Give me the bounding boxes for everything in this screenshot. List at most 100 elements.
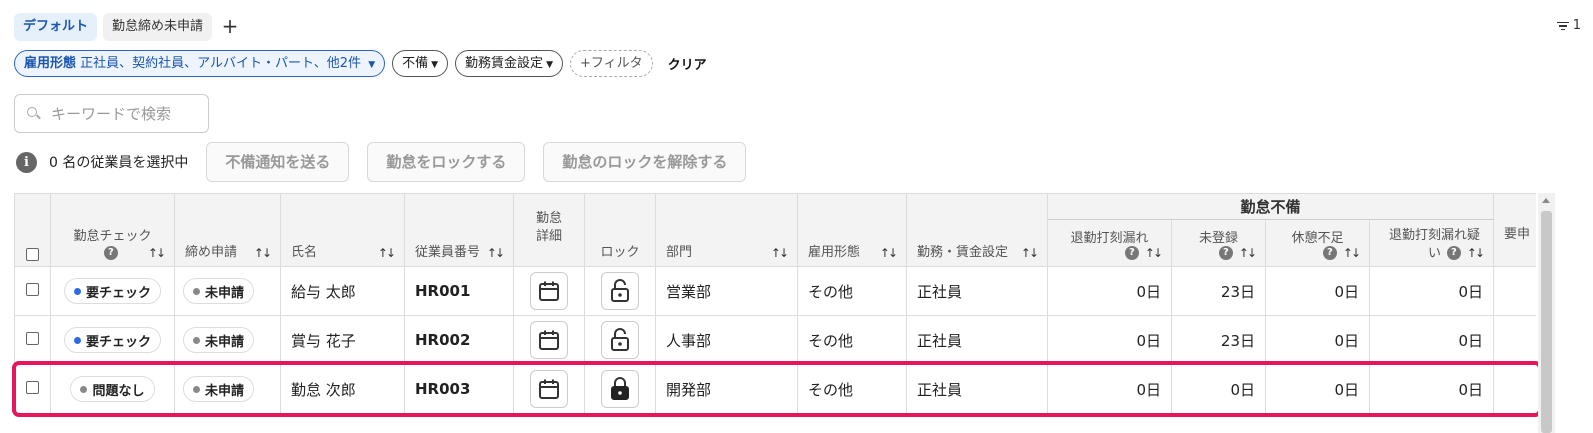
check-status-label: 要チェック xyxy=(85,334,151,350)
unlock-attendance-button[interactable]: 勤怠のロックを解除する xyxy=(543,142,747,182)
submission-cell: 未申請 xyxy=(174,315,281,365)
sort-icon[interactable]: ↑↓ xyxy=(880,246,898,260)
clockout-missing-cell: 0日 xyxy=(1047,266,1172,316)
check-status-badge: 要チェック xyxy=(63,278,161,304)
header-more: 要申 xyxy=(1493,193,1536,267)
clockout-suspect-cell: 0日 xyxy=(1368,364,1495,414)
sort-icon[interactable]: ↑↓ xyxy=(1145,246,1163,260)
submission-label: 未申請 xyxy=(205,383,245,399)
check-status-cell: 要チェック xyxy=(50,266,175,316)
add-filter-button[interactable]: +フィルタ xyxy=(569,50,653,77)
help-icon[interactable]: ? xyxy=(1124,246,1139,260)
table-row[interactable]: 要チェック 未申請 賞与 花子 HR002 人事部 その他 正社員 0日 23日 0日 0日 xyxy=(14,315,1536,365)
scroll-thumb[interactable] xyxy=(1541,211,1552,433)
help-icon[interactable]: ? xyxy=(1446,246,1461,260)
calendar-icon[interactable] xyxy=(530,370,568,408)
header-label: 勤務・賃金設定 xyxy=(917,245,1009,260)
row-checkbox[interactable] xyxy=(26,381,39,394)
calendar-icon[interactable] xyxy=(530,321,568,359)
clear-filters-link[interactable]: クリア xyxy=(668,54,707,73)
search-input[interactable] xyxy=(51,104,201,123)
status-dot xyxy=(73,287,81,295)
sort-icon[interactable]: ↑↓ xyxy=(254,246,272,260)
help-icon[interactable]: ? xyxy=(1218,246,1233,260)
submission-cell: 未申請 xyxy=(174,266,281,316)
more-cell xyxy=(1493,266,1536,316)
row-checkbox[interactable] xyxy=(26,283,39,296)
employment-filter-chip[interactable]: 雇用形態 正社員、契約社員、アルバイト・パート、他2件 ▼ xyxy=(14,50,386,77)
help-icon[interactable]: ? xyxy=(103,246,118,260)
select-all-checkbox[interactable] xyxy=(26,247,39,261)
lock-closed-icon[interactable] xyxy=(601,370,639,408)
sort-icon[interactable]: ↑↓ xyxy=(1021,246,1039,260)
row-select-cell xyxy=(14,364,51,414)
check-status-label: 問題なし xyxy=(92,383,145,399)
unregistered-cell: 0日 xyxy=(1171,364,1266,414)
sort-icon[interactable]: ↑↓ xyxy=(1467,246,1485,260)
sort-icon[interactable]: ↑↓ xyxy=(148,246,166,260)
lock-open-icon[interactable] xyxy=(601,321,639,359)
sort-icon[interactable]: ↑↓ xyxy=(771,246,789,260)
department-cell: 営業部 xyxy=(655,266,798,316)
sort-icon[interactable]: ↑↓ xyxy=(1343,246,1361,260)
sort-icon[interactable]: ↑↓ xyxy=(378,246,396,260)
tab-unsubmitted[interactable]: 勤怠締め未申請 xyxy=(103,13,213,41)
header-employee-no[interactable]: 従業員番号 ↑↓ xyxy=(404,193,514,267)
header-work-setting[interactable]: 勤務・賃金設定 ↑↓ xyxy=(906,193,1048,267)
select-all-header xyxy=(14,193,51,267)
employment-filter-label: 雇用形態 xyxy=(24,56,77,71)
table-row[interactable]: 要チェック 未申請 給与 太郎 HR001 営業部 その他 正社員 0日 23日 0日 0日 xyxy=(14,266,1536,316)
header-break-short[interactable]: 休憩不足 ? ↑↓ xyxy=(1265,219,1370,267)
header-name[interactable]: 氏名 ↑↓ xyxy=(280,193,405,267)
break-short-cell: 0日 xyxy=(1265,266,1370,316)
header-department[interactable]: 部門 ↑↓ xyxy=(655,193,798,267)
detail-cell xyxy=(513,364,585,414)
submission-label: 未申請 xyxy=(205,285,245,301)
header-group-deficiency: 勤怠不備 xyxy=(1046,193,1495,220)
submission-badge: 未申請 xyxy=(183,278,255,304)
header-clockout-missing[interactable]: 退勤打刻漏れ ? ↑↓ xyxy=(1047,219,1172,267)
more-cell xyxy=(1493,364,1536,414)
name-cell: 勤怠 次郎 xyxy=(280,364,405,414)
filter-count-indicator[interactable]: 1 xyxy=(1556,18,1581,33)
header-label: 未登録 xyxy=(1198,231,1238,246)
add-tab-button[interactable]: + xyxy=(218,13,242,41)
table-row[interactable]: 問題なし 未申請 勤怠 次郎 HR003 開発部 その他 正社員 0日 0日 0日 0日 xyxy=(14,364,1536,414)
view-tabs: デフォルト 勤怠締め未申請 + xyxy=(14,13,242,41)
filter-chips: 雇用形態 正社員、契約社員、アルバイト・パート、他2件 ▼ 不備 ▼ 勤務賃金設定… xyxy=(14,50,707,77)
attendance-table-container: 勤怠チェック ? ↑↓ 締め申請 ↑↓ 氏名 ↑↓ 従業員番号 ↑↓ 勤怠詳細 ロック … xyxy=(14,193,1536,433)
employee-no-cell: HR003 xyxy=(404,364,514,414)
employee-no-cell: HR001 xyxy=(404,266,514,316)
sort-icon[interactable]: ↑↓ xyxy=(1239,246,1257,260)
sort-icon[interactable]: ↑↓ xyxy=(487,246,505,260)
send-deficiency-notice-button[interactable]: 不備通知を送る xyxy=(206,142,350,182)
header-label: 退勤打刻漏れ xyxy=(1070,231,1149,246)
header-submission[interactable]: 締め申請 ↑↓ xyxy=(174,193,281,267)
calendar-icon[interactable] xyxy=(530,272,568,310)
lock-cell xyxy=(584,364,656,414)
header-label: 要申 xyxy=(1504,227,1531,242)
deficiency-filter-chip[interactable]: 不備 ▼ xyxy=(392,50,449,77)
more-cell xyxy=(1493,315,1536,365)
header-attendance-check[interactable]: 勤怠チェック ? ↑↓ xyxy=(50,193,175,267)
tab-default[interactable]: デフォルト xyxy=(14,13,98,41)
detail-cell xyxy=(513,315,585,365)
filter-icon xyxy=(1556,21,1569,31)
work-setting-filter-chip[interactable]: 勤務賃金設定 ▼ xyxy=(455,50,563,77)
row-checkbox[interactable] xyxy=(26,332,39,345)
name-cell: 給与 太郎 xyxy=(280,266,405,316)
header-unregistered[interactable]: 未登録 ? ↑↓ xyxy=(1171,219,1266,267)
lock-open-icon[interactable] xyxy=(601,272,639,310)
name-cell: 賞与 花子 xyxy=(280,315,405,365)
help-icon[interactable]: ? xyxy=(1322,246,1337,260)
selection-count: 0 名の従業員を選択中 xyxy=(49,155,189,171)
unregistered-cell: 23日 xyxy=(1171,266,1266,316)
action-bar: i 0 名の従業員を選択中 不備通知を送る 勤怠をロックする 勤怠のロックを解除… xyxy=(16,142,747,182)
scroll-up-arrow[interactable] xyxy=(1542,198,1550,203)
vertical-scrollbar[interactable] xyxy=(1538,193,1555,433)
header-lock: ロック xyxy=(584,193,656,267)
header-employment[interactable]: 雇用形態 ↑↓ xyxy=(797,193,907,267)
header-clockout-suspect[interactable]: 退勤打刻漏れ疑い ? ↑↓ xyxy=(1368,219,1495,267)
check-status-cell: 要チェック xyxy=(50,315,175,365)
lock-attendance-button[interactable]: 勤怠をロックする xyxy=(367,142,526,182)
